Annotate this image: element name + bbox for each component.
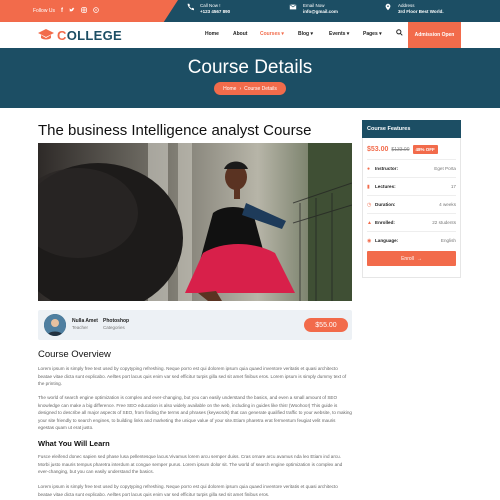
clock-icon: ◷ <box>367 202 372 208</box>
current-price: $53.00 <box>367 146 389 153</box>
feature-value: English <box>440 238 456 243</box>
feature-label: Duration: <box>375 202 396 207</box>
course-image <box>38 143 352 301</box>
top-bar: Follow Us f Call Now ! +123 4567 890 Ema… <box>0 0 500 22</box>
feature-row-lectures: ▮ Lectures: 17 <box>367 177 456 195</box>
email-icon <box>289 3 297 13</box>
feature-value: 22 students <box>432 220 456 225</box>
social-bar: Follow Us f <box>0 0 178 22</box>
discount-badge: 48% OFF <box>412 145 438 154</box>
chevron-down-icon: ▾ <box>346 31 350 37</box>
breadcrumb-home[interactable]: Home <box>223 86 236 92</box>
page-banner: Course Details Home › Course Details <box>0 48 500 108</box>
call-number: +123 4567 890 <box>200 9 231 14</box>
learn-paragraph-2: Lorem ipsum is simply free text used by … <box>38 484 338 497</box>
author-role: Teacher <box>72 325 89 330</box>
price-button[interactable]: $55.00 <box>304 318 348 332</box>
graduation-cap-icon <box>38 28 54 43</box>
author-name[interactable]: Nulla Amet <box>72 318 98 324</box>
twitter-icon[interactable] <box>69 7 75 15</box>
course-title: The business Intelligence analyst Course <box>38 122 312 139</box>
feature-row-duration: ◷ Duration: 4 weeks <box>367 195 456 213</box>
nav-item-blog[interactable]: Blog ▾ <box>298 31 313 37</box>
avatar[interactable] <box>44 314 66 336</box>
breadcrumb: Home › Course Details <box>214 82 286 95</box>
phone-icon <box>186 3 194 13</box>
pinterest-icon[interactable] <box>93 7 99 15</box>
logo-text: COLLEGE <box>57 28 122 43</box>
course-features-card: Course Features $53.00 $133.00 48% OFF ●… <box>362 120 461 278</box>
nav-item-events[interactable]: Events ▾ <box>329 31 349 37</box>
feature-label: Language: <box>375 238 399 243</box>
category-label: Categories <box>103 325 125 330</box>
chevron-down-icon: ▾ <box>281 31 284 37</box>
overview-paragraph-2: The world of search engine optimization … <box>38 395 352 431</box>
page-title: Course Details <box>187 57 313 78</box>
old-price: $133.00 <box>391 146 410 153</box>
feature-label: Enrolled: <box>375 220 395 225</box>
author-bar: Nulla Amet Teacher Photoshop Categories … <box>38 310 352 340</box>
chevron-down-icon: ▾ <box>310 31 314 37</box>
feature-value: Eget Porta <box>434 166 456 171</box>
feature-row-enrolled: ▲ Enrolled: 22 students <box>367 213 456 231</box>
overview-paragraph-1: Lorem ipsum is simply free text used by … <box>38 366 347 387</box>
email-value: info@gmail.com <box>303 9 338 14</box>
instagram-icon[interactable] <box>81 7 87 15</box>
course-category[interactable]: Photoshop <box>103 318 129 324</box>
arrow-right-icon: → <box>416 255 422 262</box>
learn-heading: What You Will Learn <box>38 439 110 448</box>
feature-value: 17 <box>450 184 456 189</box>
enroll-label: Enroll <box>401 255 414 262</box>
user-icon: ● <box>367 166 371 172</box>
feature-label: Instructor: <box>375 166 398 171</box>
course-features-heading: Course Features <box>362 120 461 138</box>
overview-heading: Course Overview <box>38 349 111 360</box>
call-info[interactable]: Call Now ! +123 4567 890 <box>186 3 230 15</box>
admission-open-button[interactable]: Admission Open <box>408 22 461 48</box>
book-icon: ▮ <box>367 184 370 190</box>
feature-value: 4 weeks <box>439 202 456 207</box>
location-icon <box>384 3 392 13</box>
address-info: Address 3rd Floor Best World. <box>384 3 444 15</box>
chevron-down-icon: ▾ <box>379 31 382 37</box>
nav-item-home[interactable]: Home <box>205 31 219 37</box>
enroll-button[interactable]: Enroll → <box>367 251 456 266</box>
price-row: $53.00 $133.00 48% OFF <box>367 145 438 154</box>
users-icon: ▲ <box>367 220 372 226</box>
globe-icon: ◉ <box>367 238 372 244</box>
follow-label: Follow Us <box>33 8 55 14</box>
facebook-icon[interactable]: f <box>61 8 63 14</box>
main-nav: COLLEGE Home About Courses ▾ Blog ▾ Even… <box>0 22 500 48</box>
learn-paragraph-1: Fusce eleifend donec sapien sed phase lu… <box>38 454 343 475</box>
nav-item-about[interactable]: About <box>233 31 247 37</box>
email-info[interactable]: Email Now info@gmail.com <box>289 3 338 15</box>
address-value: 3rd Floor Best World. <box>398 9 444 14</box>
feature-row-instructor: ● Instructor: Eget Porta <box>367 159 456 177</box>
search-icon[interactable] <box>396 29 403 38</box>
nav-item-pages[interactable]: Pages ▾ <box>363 31 382 37</box>
feature-row-language: ◉ Language: English <box>367 231 456 249</box>
breadcrumb-current: Course Details <box>244 85 277 92</box>
breadcrumb-separator: › <box>239 85 242 92</box>
logo[interactable]: COLLEGE <box>38 28 122 43</box>
feature-label: Lectures: <box>375 184 396 189</box>
nav-item-courses[interactable]: Courses ▾ <box>260 31 284 37</box>
